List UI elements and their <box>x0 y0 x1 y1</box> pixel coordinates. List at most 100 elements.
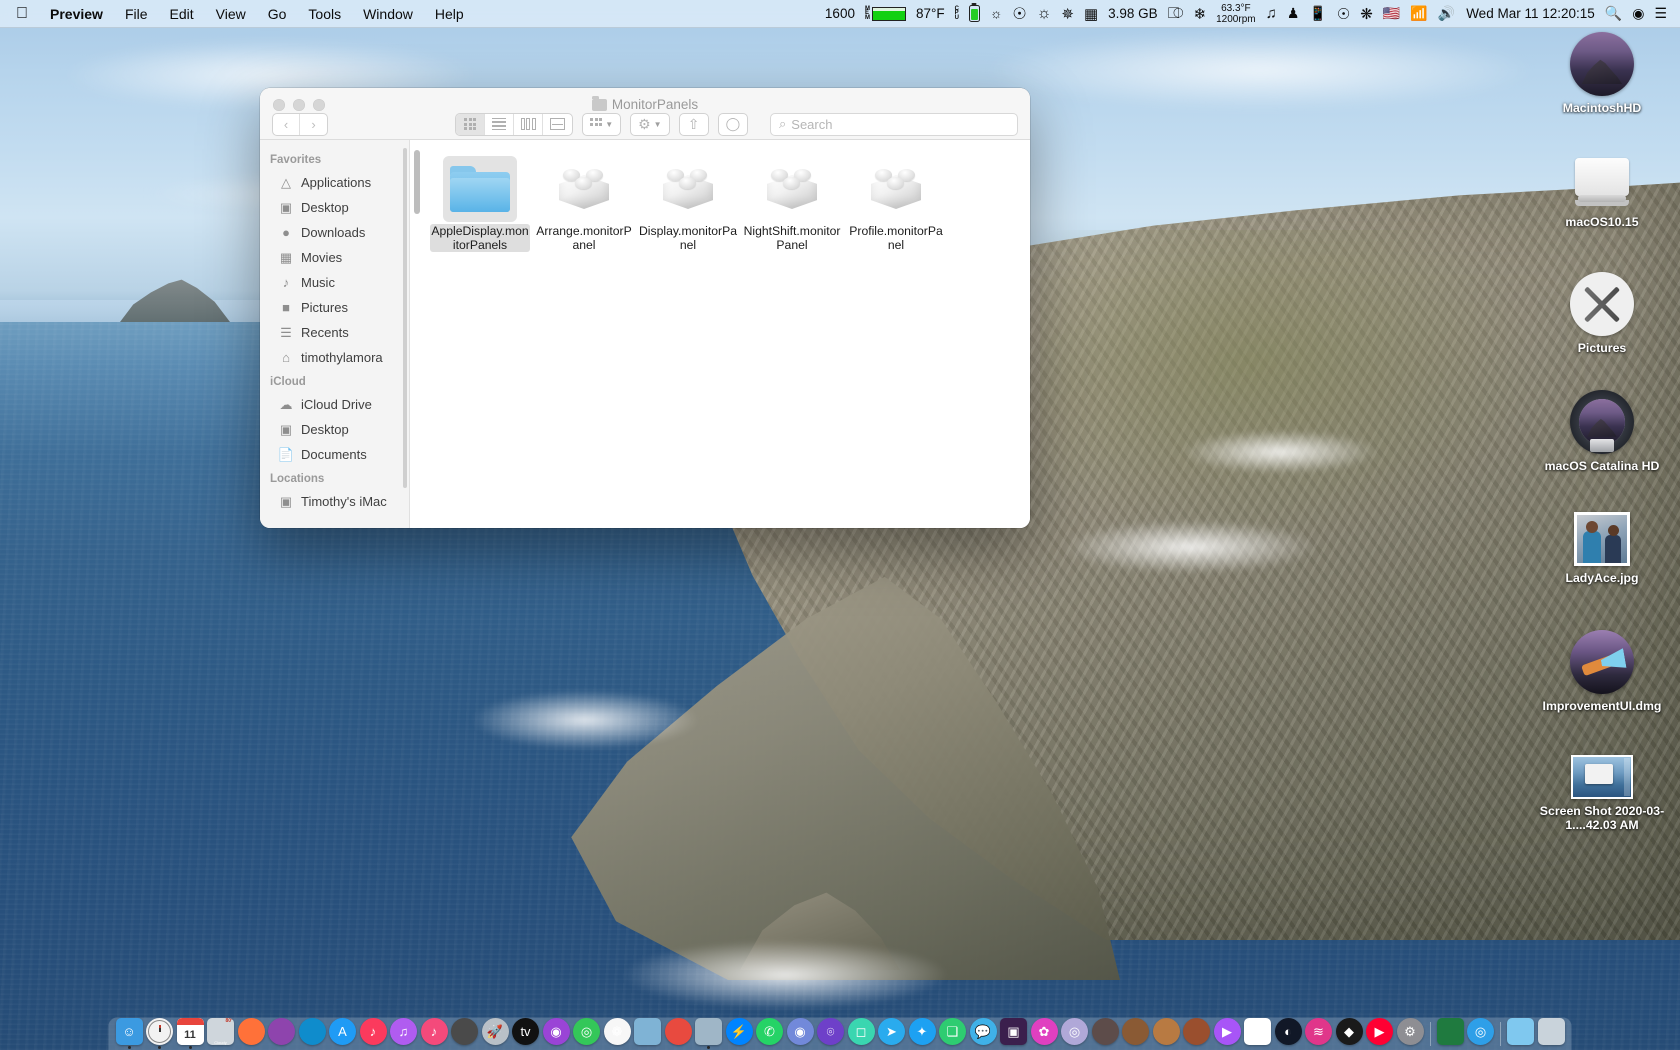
dock-item-downloads-folder[interactable] <box>1507 1018 1535 1049</box>
back-button[interactable]: ‹ <box>273 114 300 135</box>
dock-item-messages[interactable]: 💬 <box>969 1018 997 1049</box>
desktop-icon-ladyace[interactable]: LadyAce.jpg <box>1536 512 1668 585</box>
launchpad-icon[interactable]: 🚀 <box>482 1018 509 1045</box>
action-gear-button[interactable]: ⚙ ▼ <box>630 113 669 136</box>
dock-item-discord[interactable]: ◉ <box>786 1018 814 1049</box>
brightness-icon[interactable]: ☼ <box>1032 3 1057 25</box>
notes-green-icon[interactable] <box>1437 1018 1464 1045</box>
dock-item-findmy[interactable]: ◎ <box>573 1018 601 1049</box>
dock-item-garageband[interactable] <box>451 1018 479 1049</box>
volume-icon[interactable]: 🔊 <box>1433 3 1460 25</box>
menu-app-name[interactable]: Preview <box>39 4 114 24</box>
dock-item-photo-library-4[interactable] <box>1183 1018 1211 1049</box>
share-button[interactable]: ⇧ <box>679 113 709 136</box>
finder-window[interactable]: MonitorPanels ‹ › ▼ ⚙ ▼ ⇧ <box>260 88 1030 528</box>
forward-button[interactable]: › <box>300 114 327 135</box>
dock-item-compressor[interactable]: ◆ <box>1335 1018 1363 1049</box>
firefox-icon[interactable] <box>238 1018 265 1045</box>
shell-icon[interactable]: ❑ <box>939 1018 966 1045</box>
itunes-alt-icon[interactable]: ♪ <box>421 1018 448 1045</box>
sidebar-item-recents[interactable]: ☰ Recents <box>260 320 409 345</box>
discord-icon[interactable]: ◉ <box>787 1018 814 1045</box>
status-fan-rpm[interactable]: 1600 <box>820 3 860 25</box>
file-name[interactable]: Arrange.monitorPanel <box>534 224 634 252</box>
us-flag-icon[interactable]: 🇺🇸 <box>1378 3 1405 25</box>
sidebar-item-documents[interactable]: 📄 Documents <box>260 442 409 467</box>
icon-view-button[interactable] <box>456 114 485 135</box>
apple-logo-icon[interactable]:  <box>0 6 39 22</box>
catalina-disk-icon[interactable] <box>1570 390 1634 454</box>
app-store-icon[interactable]: A <box>329 1018 356 1045</box>
folder-icon[interactable] <box>443 156 517 222</box>
safari-icon[interactable]: ◎ <box>1467 1018 1494 1045</box>
dock-item-photobooth[interactable]: ✿ <box>1030 1018 1058 1049</box>
iphone-icon[interactable]: 📱 <box>1304 3 1331 25</box>
dock-item-weather[interactable]: 80°Cloudy <box>207 1018 235 1049</box>
sidebar-item-desktop[interactable]: ▣ Desktop <box>260 195 409 220</box>
sidebar-scrollbar[interactable] <box>403 148 407 488</box>
dock-item-youtube[interactable]: ▶ <box>1244 1018 1272 1049</box>
finder-toolbar[interactable]: ‹ › ▼ ⚙ ▼ ⇧ ◯ <box>260 108 1030 140</box>
search-field[interactable]: ⌕ Search <box>770 113 1018 136</box>
dock-item-keynote[interactable]: ▣ <box>1000 1018 1028 1049</box>
file-name[interactable]: Display.monitorPanel <box>638 224 738 252</box>
sidebar-item-pictures[interactable]: ■ Pictures <box>260 295 409 320</box>
file-name[interactable]: NightShift.monitorPanel <box>742 224 842 252</box>
content-scrollbar[interactable] <box>414 150 420 214</box>
file-item[interactable]: NightShift.monitorPanel <box>740 154 844 252</box>
file-item[interactable]: AppleDisplay.monitorPanels <box>428 154 532 252</box>
youtube-music-icon[interactable]: ▶ <box>1366 1018 1393 1045</box>
gallery-view-button[interactable] <box>543 114 572 135</box>
ram-chip-icon[interactable]: ▦ <box>1079 3 1103 25</box>
dock-item-photos[interactable]: ❁ <box>603 1018 631 1049</box>
eyes-icon[interactable]: ☉ <box>1332 3 1355 25</box>
desktop-icon-macintosh-hd[interactable]: MacintoshHD <box>1536 32 1668 115</box>
dock-item-media-player[interactable]: ◐ <box>1274 1018 1302 1049</box>
dock-item-photo-library-2[interactable] <box>1122 1018 1150 1049</box>
dock-item-podcasts[interactable]: ◉ <box>542 1018 570 1049</box>
dock-item-finalcut[interactable]: ▶ <box>1213 1018 1241 1049</box>
dvd-icon[interactable]: ◎ <box>1061 1018 1088 1045</box>
sidebar-item-icloud-desktop[interactable]: ▣ Desktop <box>260 417 409 442</box>
finder-icon[interactable]: ☺ <box>116 1018 143 1045</box>
dock-item-safari[interactable]: ◎ <box>1467 1018 1495 1049</box>
dock-item-dvd[interactable]: ◎ <box>1061 1018 1089 1049</box>
status-temperature[interactable]: 87°F <box>911 3 950 25</box>
fan-snowflake-icon[interactable]: ❄ <box>1189 3 1212 25</box>
brightness-star-icon[interactable]: ✵ <box>1056 3 1079 25</box>
sidebar-item-home[interactable]: ⌂ timothylamora <box>260 345 409 370</box>
menu-item-file[interactable]: File <box>114 4 159 24</box>
messenger-icon[interactable]: ⚡ <box>726 1018 753 1045</box>
memory-graph-icon[interactable]: MEM <box>860 3 911 25</box>
file-item[interactable]: Arrange.monitorPanel <box>532 154 636 252</box>
sidebar-item-imac[interactable]: ▣ Timothy's iMac <box>260 489 409 514</box>
finder-file-grid[interactable]: AppleDisplay.monitorPanels Arrange.monit… <box>410 140 1030 528</box>
dock-item-notes-green[interactable] <box>1436 1018 1464 1049</box>
desktop-icon-pictures[interactable]: Pictures <box>1536 272 1668 355</box>
view-mode-segmented-control[interactable] <box>455 113 573 136</box>
plugin-bundle-icon[interactable] <box>651 156 725 222</box>
menu-item-window[interactable]: Window <box>352 4 424 24</box>
telegram-icon[interactable]: ➤ <box>878 1018 905 1045</box>
photobooth-icon[interactable]: ✿ <box>1031 1018 1058 1045</box>
macintosh-hd-disk-icon[interactable] <box>1570 32 1634 96</box>
dock-item-twitter[interactable]: ✦ <box>908 1018 936 1049</box>
screenshot-file-icon[interactable] <box>1571 755 1633 799</box>
file-item[interactable]: Display.monitorPanel <box>636 154 740 252</box>
dock-item-github[interactable]: ⌾ <box>817 1018 845 1049</box>
status-cpu-temp-fan[interactable]: 63.3°F 1200rpm <box>1211 3 1260 25</box>
list-view-button[interactable] <box>485 114 514 135</box>
dock-item-telegram[interactable]: ➤ <box>878 1018 906 1049</box>
plugin-bundle-icon[interactable] <box>755 156 829 222</box>
menu-item-edit[interactable]: Edit <box>159 4 205 24</box>
instagram-icon[interactable]: ◻ <box>848 1018 875 1045</box>
finder-titlebar[interactable]: MonitorPanels ‹ › ▼ ⚙ ▼ ⇧ <box>260 88 1030 140</box>
whatsapp-icon[interactable]: ✆ <box>756 1018 783 1045</box>
sidebar-item-movies[interactable]: ▦ Movies <box>260 245 409 270</box>
sidebar-item-icloud-drive[interactable]: ☁ iCloud Drive <box>260 392 409 417</box>
dock-item-app-store[interactable]: A <box>329 1018 357 1049</box>
plugin-bundle-icon[interactable] <box>859 156 933 222</box>
search-icon[interactable]: 🔍 <box>1600 3 1627 25</box>
finder-sidebar[interactable]: Favorites △ Applications ▣ Desktop ● Dow… <box>260 140 410 528</box>
sidebar-item-downloads[interactable]: ● Downloads <box>260 220 409 245</box>
